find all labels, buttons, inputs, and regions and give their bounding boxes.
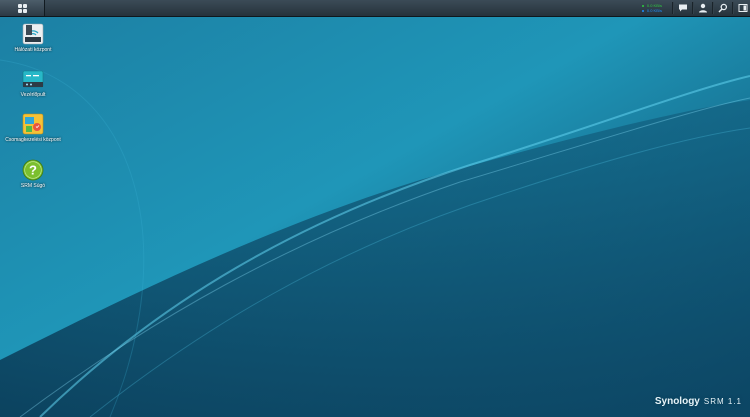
- desktop-icon-network-center[interactable]: Hálózati központ: [5, 23, 61, 53]
- download-dot: [641, 9, 644, 12]
- search-button[interactable]: [716, 0, 730, 16]
- widgets-button[interactable]: [736, 0, 750, 16]
- package-center-icon: [22, 113, 44, 135]
- system-tray: 0.0 KB/s 0.0 KB/s: [641, 0, 750, 16]
- desktop-icon-label: Csomagkezelési központ: [5, 137, 61, 143]
- desktop-icon-package-center[interactable]: Csomagkezelési központ: [5, 113, 61, 143]
- synology-branding: Synology SRM 1.1: [655, 396, 742, 407]
- control-panel-icon: [22, 70, 44, 88]
- search-icon: [718, 3, 728, 13]
- upload-dot: [641, 4, 644, 7]
- tray-divider: [732, 2, 734, 14]
- network-speed[interactable]: 0.0 KB/s 0.0 KB/s: [641, 3, 662, 13]
- notification-button[interactable]: [676, 0, 690, 16]
- user-icon: [699, 3, 707, 13]
- desktop-icon-label: Vezérlőpult: [20, 92, 46, 98]
- brand-product: SRM 1.1: [703, 397, 742, 406]
- main-menu-icon: [17, 3, 27, 13]
- tray-divider: [692, 2, 694, 14]
- brand-name: Synology: [654, 396, 700, 407]
- desktop-icon-label: SRM Súgó: [20, 183, 46, 189]
- network-center-icon: [22, 23, 44, 45]
- tray-divider: [712, 2, 714, 14]
- svg-text:?: ?: [29, 163, 37, 178]
- tray-divider: [672, 2, 674, 14]
- main-menu-button[interactable]: [0, 0, 45, 16]
- desktop-icon-help[interactable]: ? SRM Súgó: [5, 159, 61, 189]
- desktop-icon-label: Hálózati központ: [14, 47, 52, 53]
- desktop-wallpaper: [0, 0, 750, 417]
- download-speed: 0.0 KB/s: [646, 8, 662, 13]
- user-button[interactable]: [696, 0, 710, 16]
- help-icon: ?: [22, 159, 44, 181]
- notification-icon: [679, 4, 687, 12]
- taskbar: 0.0 KB/s 0.0 KB/s: [0, 0, 750, 17]
- widgets-icon: [738, 4, 748, 12]
- desktop-icon-control-panel[interactable]: Vezérlőpult: [5, 68, 61, 98]
